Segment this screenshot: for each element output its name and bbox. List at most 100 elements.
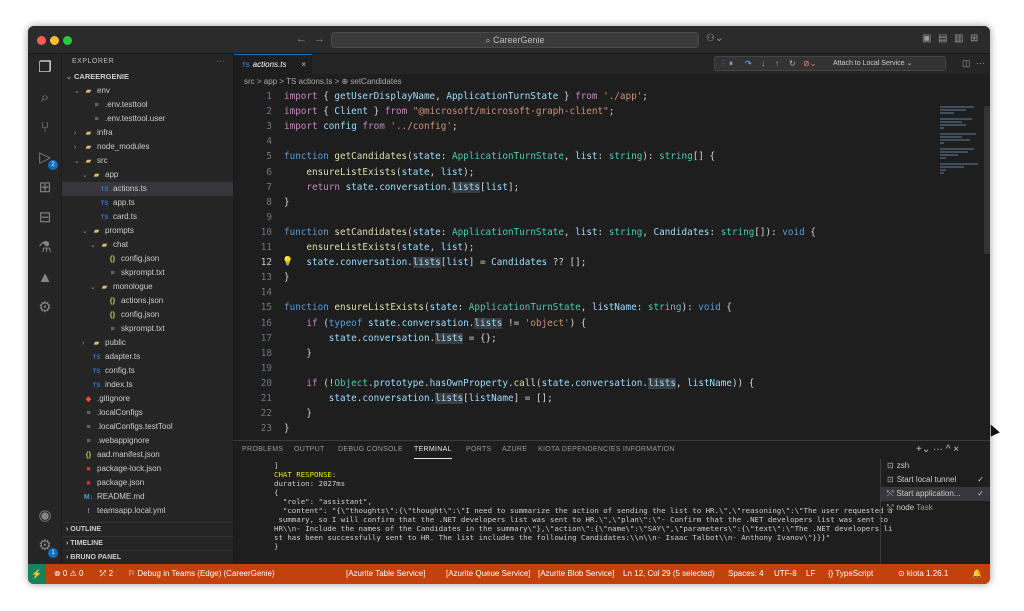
file-item[interactable]: ■ package.json [62, 476, 233, 490]
code-line[interactable]: 3 import config from '../config'; [234, 119, 934, 134]
code-line[interactable]: 6 ensureListExists(state, list); [234, 165, 934, 180]
close-window-button[interactable] [37, 36, 46, 45]
panel-tab-problems[interactable]: PROBLEMS [242, 441, 283, 459]
customize-layout-icon[interactable]: ⊞ [970, 33, 978, 44]
folder-item[interactable]: › ▰ node_modules [62, 140, 233, 154]
code-line[interactable]: 8} [234, 195, 934, 210]
folder-item[interactable]: › ▰ public [62, 336, 233, 350]
bruno-panel-section[interactable]: › BRUNO PANEL [62, 550, 233, 563]
file-item[interactable]: TS adapter.ts [62, 350, 233, 364]
file-item[interactable]: TS index.ts [62, 378, 233, 392]
code-line[interactable]: 7 return state.conversation.lists[list]; [234, 180, 934, 195]
file-item[interactable]: ! teamsapp.local.yml [62, 504, 233, 518]
folder-item[interactable]: ⌄ ▰ app [62, 168, 233, 182]
folder-item[interactable]: ⌄ ▰ env [62, 84, 233, 98]
terminal-instance[interactable]: ⤲ Start application... ✓ [881, 487, 990, 501]
pause-icon[interactable]: ⏸ [729, 57, 733, 70]
terminal-instance[interactable]: ⊡ Start local tunnel ✓ [881, 473, 990, 487]
problems-status[interactable]: ⊗ 0 ⚠ 0 [54, 564, 83, 584]
code-line[interactable]: 21 state.conversation.lists[listName] = … [234, 391, 934, 406]
indentation-status[interactable]: Spaces: 4 [728, 564, 764, 584]
source-control-icon[interactable]: ⑂ [35, 118, 55, 138]
search-icon[interactable]: ⌕ [35, 88, 55, 108]
step-into-icon[interactable]: ↓ [761, 57, 765, 70]
code-line[interactable]: 22 } [234, 406, 934, 421]
toggle-secondary-sidebar-icon[interactable]: ▥ [954, 33, 963, 44]
code-line[interactable]: 15 function ensureListExists(state: Appli… [234, 300, 934, 315]
more-actions-icon[interactable]: ··· [217, 54, 226, 70]
file-item[interactable]: ≡ skprompt.txt [62, 266, 233, 280]
debug-session-select[interactable]: Attach to Local Service ⌄ [833, 57, 912, 70]
folder-item[interactable]: › ▰ infra [62, 126, 233, 140]
editor-more-icon[interactable]: ··· [976, 58, 985, 68]
toggle-primary-sidebar-icon[interactable]: ▣ [922, 33, 931, 44]
code-line[interactable]: 11 ensureListExists(state, list); [234, 240, 934, 255]
file-item[interactable]: ■ package-lock.json [62, 462, 233, 476]
go-back-button[interactable]: ← [296, 33, 307, 45]
file-item[interactable]: TS config.ts [62, 364, 233, 378]
file-item[interactable]: TS app.ts [62, 196, 233, 210]
folder-item[interactable]: ⌄ ▰ prompts [62, 224, 233, 238]
minimize-window-button[interactable] [50, 36, 59, 45]
code-line[interactable]: 17 state.conversation.lists = {}; [234, 331, 934, 346]
file-item[interactable]: ≡ skprompt.txt [62, 322, 233, 336]
file-item[interactable]: ≡ .env.testtool [62, 98, 233, 112]
minimap[interactable] [940, 106, 980, 226]
file-item[interactable]: {} aad.manifest.json [62, 448, 233, 462]
step-out-icon[interactable]: ↑ [775, 57, 779, 70]
panel-tab-kiota-dependencies-information[interactable]: KIOTA DEPENDENCIES INFORMATION [538, 441, 675, 459]
file-item[interactable]: TS actions.ts [62, 182, 233, 196]
go-forward-button[interactable]: → [314, 33, 325, 45]
panel-tab-ports[interactable]: PORTS [466, 441, 492, 459]
file-item[interactable]: M↓ README.md [62, 490, 233, 504]
panel-tab-output[interactable]: OUTPUT [294, 441, 325, 459]
remote-explorer-icon[interactable]: ⊟ [35, 208, 55, 228]
code-line[interactable]: 20 if (!Object.prototype.hasOwnProperty.… [234, 376, 934, 391]
kiota-status[interactable]: ⊙ kiota 1.26.1 [898, 564, 948, 584]
outline-section[interactable]: › OUTLINE [62, 522, 233, 535]
teams-toolkit-icon[interactable]: ⚙ [35, 298, 55, 318]
toggle-panel-icon[interactable]: ▤ [938, 33, 947, 44]
split-editor-icon[interactable]: ◫ [962, 58, 971, 69]
terminal-instance[interactable]: ⤲ node Task [881, 501, 990, 515]
disconnect-icon[interactable]: ⊘⌄ [803, 57, 816, 70]
drag-handle-icon[interactable]: ⋮ [719, 57, 727, 70]
code-line[interactable]: 10 function setCandidates(state: Applicat… [234, 225, 934, 240]
code-line[interactable]: 13} [234, 270, 934, 285]
extensions-icon[interactable]: ⊞ [35, 178, 55, 198]
terminal-instance[interactable]: ⊡ zsh [881, 459, 990, 473]
file-item[interactable]: ≡ .webappignore [62, 434, 233, 448]
encoding-status[interactable]: UTF-8 [774, 564, 797, 584]
code-line[interactable]: 1 import { getUserDisplayName, Applicatio… [234, 89, 934, 104]
debug-status[interactable]: ⚐ Debug in Teams (Edge) (CareerGenie) [128, 564, 275, 584]
step-over-icon[interactable]: ↷ [745, 57, 752, 70]
code-line[interactable]: 9 [234, 210, 934, 225]
restart-icon[interactable]: ↻ [789, 57, 796, 70]
code-line[interactable]: 12 💡 state.conversation.lists[list] = Can… [234, 255, 934, 270]
maximize-window-button[interactable] [63, 36, 72, 45]
panel-tab-terminal[interactable]: TERMINAL [414, 441, 452, 459]
code-line[interactable]: 14 [234, 285, 934, 300]
azurite-blob-status[interactable]: [Azurite Blob Service] [538, 564, 614, 584]
file-item[interactable]: ≡ .env.testtool.user [62, 112, 233, 126]
panel-tab-debug-console[interactable]: DEBUG CONSOLE [338, 441, 403, 459]
command-center[interactable]: ⌕ CareerGenie [331, 32, 699, 48]
notifications-bell-icon[interactable]: 🔔 [972, 564, 982, 584]
timeline-section[interactable]: › TIMELINE [62, 536, 233, 549]
code-line[interactable]: 4 [234, 134, 934, 149]
settings-icon[interactable]: ⚙ 1 [35, 536, 58, 558]
file-item[interactable]: ◆ .gitignore [62, 392, 233, 406]
workspace-root[interactable]: ⌄ CAREERGENIE [62, 70, 233, 84]
file-item[interactable]: {} config.json [62, 252, 233, 266]
account-icon[interactable]: ◉ [35, 506, 55, 526]
azure-icon[interactable]: ▲ [35, 268, 55, 288]
panel-tab-azure[interactable]: AZURE [502, 441, 527, 459]
tab-actions-ts[interactable]: TS actions.ts × [234, 54, 312, 74]
code-line[interactable]: 5 function getCandidates(state: Applicati… [234, 149, 934, 164]
terminal-output[interactable]: ] CHAT RESPONSE: duration: 2027ms{ "role":… [274, 461, 904, 563]
azurite-queue-status[interactable]: [Azurite Queue Service] [446, 564, 530, 584]
file-item[interactable]: ≡ .localConfigs [62, 406, 233, 420]
cursor-position-status[interactable]: Ln 12, Col 29 (5 selected) [623, 564, 715, 584]
eol-status[interactable]: LF [806, 564, 815, 584]
code-editor[interactable]: 1 import { getUserDisplayName, Applicatio… [234, 89, 934, 440]
